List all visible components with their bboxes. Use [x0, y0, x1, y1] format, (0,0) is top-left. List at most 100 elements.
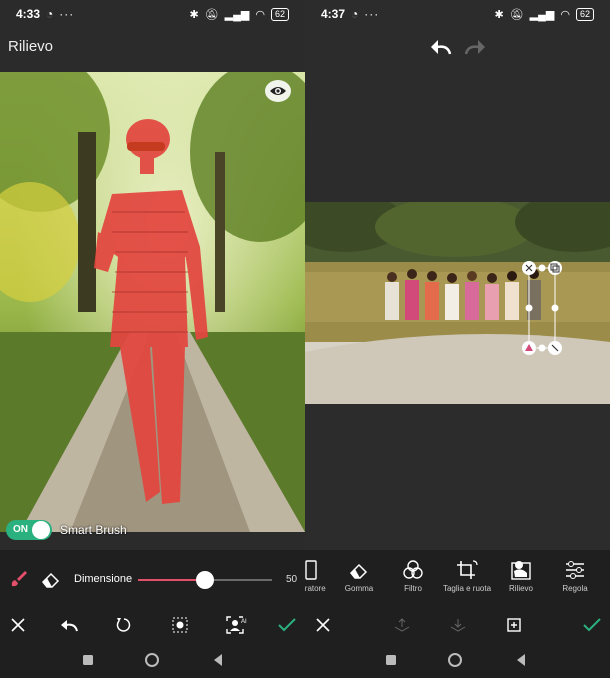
undo-button[interactable] [56, 612, 82, 638]
eye-icon [270, 87, 286, 95]
system-nav-bar [0, 646, 305, 674]
add-square-icon [507, 618, 521, 632]
left-action-row: AI [0, 610, 305, 640]
tool-item[interactable]: Filtro [385, 556, 441, 593]
battery-indicator: 62 [270, 7, 289, 21]
back-button[interactable] [208, 650, 228, 670]
back-button[interactable] [511, 650, 531, 670]
redo-button[interactable] [463, 38, 487, 58]
redo-icon [464, 40, 485, 55]
bluetooth-icon: ✱ [189, 8, 199, 21]
circle-icon [145, 653, 159, 667]
close-button[interactable] [5, 612, 31, 638]
tool-label: Rilievo [508, 584, 533, 593]
home-button[interactable] [142, 650, 162, 670]
tool-label: Filtro [404, 584, 422, 593]
wifi-icon: ◠ [560, 8, 570, 21]
undo-icon [61, 620, 78, 632]
status-bar: 4:33 ◔ ··· ✱ 🔕︎ ▂▄▆ ◠ 62 [0, 0, 305, 28]
select-area-icon [172, 617, 188, 633]
ai-select-button[interactable]: AI [223, 612, 249, 638]
size-slider[interactable] [138, 571, 272, 589]
edit-canvas[interactable] [305, 202, 610, 404]
signal-icon: ▂▄▆ [529, 8, 555, 21]
battery-indicator: 62 [575, 7, 594, 21]
reset-button[interactable] [111, 612, 137, 638]
cutout-icon [511, 561, 531, 580]
system-nav-bar [305, 646, 610, 674]
adjust-icon [566, 561, 584, 579]
right-action-row [305, 610, 610, 640]
tool-label: Taglia e ruota [442, 584, 492, 593]
whatsapp-icon: ◔ [351, 7, 359, 21]
apply-button[interactable] [274, 612, 300, 638]
size-label: Dimensione [74, 573, 133, 585]
status-bar: 4:37 ◔ ··· ✱ 🔕︎ ▂▄▆ ◠ 62 [305, 0, 610, 28]
page-title: Rilievo [8, 38, 54, 55]
size-slider-fill [138, 579, 205, 581]
layer-up-button[interactable] [389, 612, 415, 638]
reset-icon [116, 618, 131, 632]
phone-icon [305, 560, 317, 580]
tools-toolbar: ...iratore Gomma Filtro Taglia e ruota R… [305, 556, 610, 600]
smart-brush-label: Smart Brush [60, 523, 127, 537]
square-icon [386, 655, 396, 665]
brush-icon [11, 571, 27, 587]
tool-label: Gomma [344, 584, 374, 593]
edit-canvas[interactable] [0, 72, 305, 532]
tool-item[interactable]: Regola [547, 556, 603, 593]
smart-brush-toggle[interactable]: ON [6, 520, 52, 540]
triangle-back-icon [214, 654, 222, 666]
group-photo [305, 202, 610, 404]
close-icon [316, 618, 330, 632]
home-button[interactable] [445, 650, 465, 670]
eraser-tool-button[interactable] [40, 568, 62, 590]
toggle-knob [32, 521, 50, 539]
eraser-icon [41, 572, 60, 588]
check-icon [278, 618, 296, 632]
left-screen: 4:33 ◔ ··· ✱ 🔕︎ ▂▄▆ ◠ 62 Rilievo ON Smar… [0, 0, 305, 678]
eraser-icon [349, 563, 368, 579]
ai-person-icon: AI [226, 616, 247, 634]
crop-rotate-icon [457, 560, 478, 579]
add-layer-button[interactable] [501, 612, 527, 638]
brush-tool-button[interactable] [8, 568, 30, 590]
size-slider-handle[interactable] [196, 571, 214, 589]
select-area-button[interactable] [167, 612, 193, 638]
tool-label: Regola [562, 584, 588, 593]
circle-icon [448, 653, 462, 667]
close-button[interactable] [310, 612, 336, 638]
apply-button[interactable] [579, 612, 605, 638]
tool-item[interactable]: Gomma [331, 556, 387, 593]
mute-icon: 🔕︎ [509, 8, 524, 21]
whatsapp-icon: ◔ [46, 7, 54, 21]
wifi-icon: ◠ [255, 8, 265, 21]
size-value: 50 [286, 574, 298, 585]
triangle-back-icon [517, 654, 525, 666]
recents-button[interactable] [78, 650, 98, 670]
preview-eye-button[interactable] [265, 80, 291, 102]
mute-icon: 🔕︎ [204, 8, 219, 21]
close-icon [11, 618, 25, 632]
tool-item[interactable]: Rilievo [493, 556, 549, 593]
filter-icon [403, 560, 423, 579]
status-time: 4:37 [321, 7, 346, 21]
svg-text:AI: AI [241, 619, 247, 625]
layer-down-button[interactable] [445, 612, 471, 638]
status-time: 4:33 [16, 7, 41, 21]
check-icon [583, 618, 601, 632]
toggle-state: ON [13, 524, 28, 535]
layer-up-icon [394, 618, 410, 632]
smart-brush-row: ON Smart Brush [6, 520, 127, 540]
more-notifications-icon: ··· [364, 7, 380, 21]
layer-down-icon [450, 619, 466, 632]
brush-tool-row: Dimensione 50 [0, 560, 305, 600]
tool-item[interactable]: Taglia e ruota [439, 556, 495, 593]
undo-button[interactable] [429, 38, 453, 58]
bluetooth-icon: ✱ [494, 8, 504, 21]
signal-icon: ▂▄▆ [224, 8, 250, 21]
undo-icon [431, 40, 452, 55]
right-screen: 4:37 ◔ ··· ✱ 🔕︎ ▂▄▆ ◠ 62 ratore Gomma Fi… [305, 0, 610, 678]
recents-button[interactable] [381, 650, 401, 670]
more-notifications-icon: ··· [59, 7, 75, 21]
